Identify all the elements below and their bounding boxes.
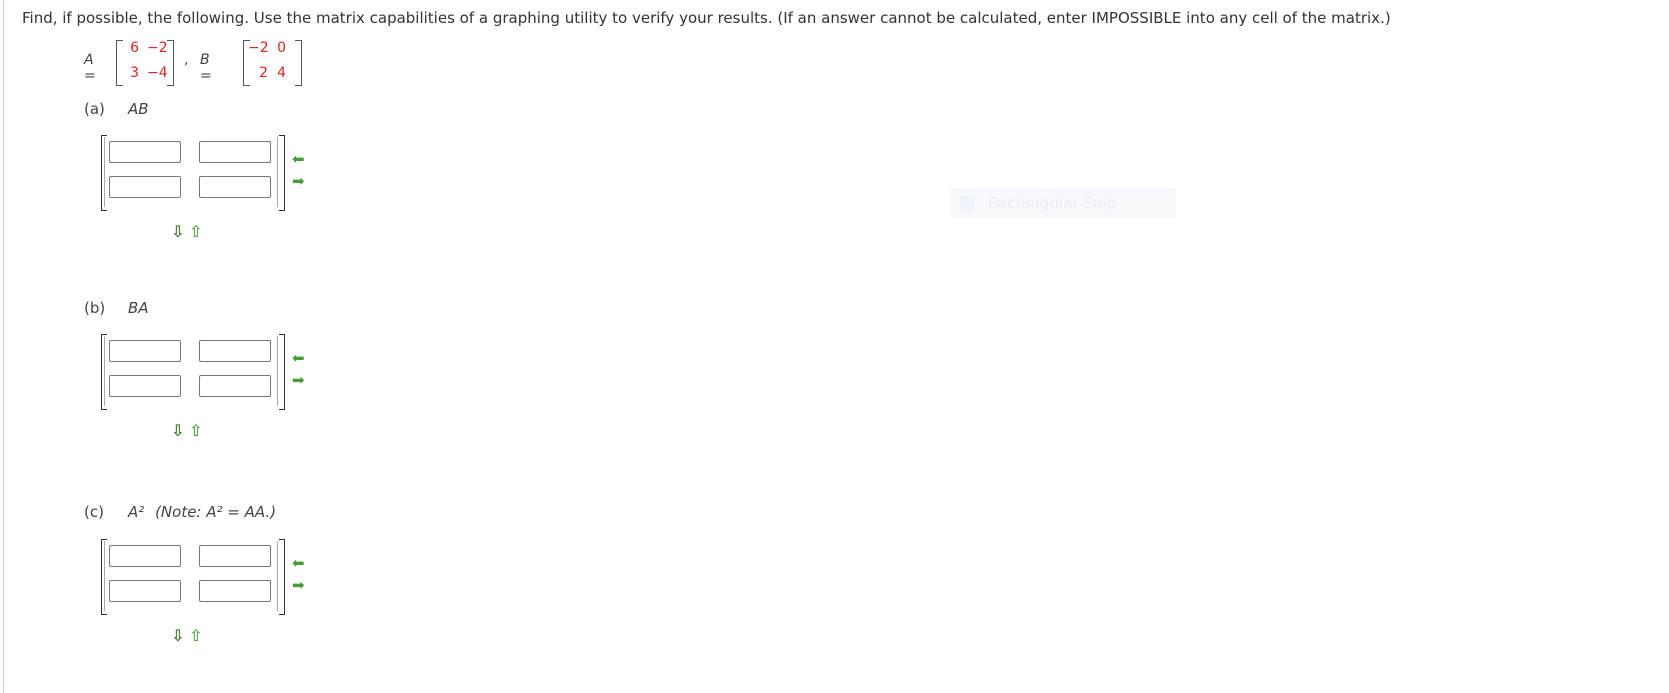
answer-cell-r2c1[interactable] <box>109 176 181 198</box>
up-arrow-icon[interactable]: ⇧ <box>189 223 202 241</box>
answer-cell-r2c1[interactable] <box>109 580 181 602</box>
right-bracket-inner <box>277 137 278 207</box>
matrix-b: −2 0 2 4 <box>243 40 302 86</box>
part-tag: (a) <box>84 100 105 118</box>
matrix-a-cell: 6 <box>130 40 139 56</box>
row-controls: ⇩ ⇧ <box>171 223 207 243</box>
matrix-b-cell: 4 <box>277 65 286 81</box>
answer-cell-r1c1[interactable] <box>109 141 181 163</box>
matrix-b-label: B = <box>200 52 212 84</box>
answer-cell-r2c2[interactable] <box>199 375 271 397</box>
column-controls: ⬅ ➡ <box>292 350 312 390</box>
part-expression: A² <box>128 503 145 521</box>
answer-matrix-b: ⬅ ➡ ⇩ ⇧ <box>101 334 305 440</box>
left-bracket-inner <box>104 336 105 406</box>
snip-label: Rectangular Snip <box>988 194 1116 212</box>
right-arrow-icon[interactable]: ➡ <box>292 372 305 388</box>
matrix-a-cell: −4 <box>147 65 168 81</box>
right-bracket <box>279 135 285 211</box>
left-bracket-inner <box>104 137 105 207</box>
part-a-label: (a) AB <box>84 100 149 118</box>
matrix-separator: , <box>184 52 189 68</box>
answer-matrix-a: ⬅ ➡ ⇩ ⇧ <box>101 135 305 241</box>
row-controls: ⇩ ⇧ <box>171 627 207 647</box>
down-arrow-icon[interactable]: ⇩ <box>171 422 184 440</box>
matrix-a: 6 −2 3 −4 <box>116 40 174 86</box>
answer-cell-r1c1[interactable] <box>109 340 181 362</box>
part-tag: (b) <box>84 299 106 317</box>
up-arrow-icon[interactable]: ⇧ <box>189 627 202 645</box>
part-expression: BA <box>128 299 149 317</box>
instructions-text: Find, if possible, the following. Use th… <box>22 9 1391 27</box>
answer-cell-r2c2[interactable] <box>199 176 271 198</box>
down-arrow-icon[interactable]: ⇩ <box>171 223 184 241</box>
answer-cell-r1c1[interactable] <box>109 545 181 567</box>
answer-cell-r2c2[interactable] <box>199 580 271 602</box>
row-controls: ⇩ ⇧ <box>171 422 207 442</box>
matrix-b-cell: −2 <box>248 40 269 56</box>
right-arrow-icon[interactable]: ➡ <box>292 173 305 189</box>
part-expression: AB <box>128 100 149 118</box>
part-b-label: (b) BA <box>84 299 149 317</box>
right-bracket-inner <box>277 541 278 611</box>
right-bracket-inner <box>277 336 278 406</box>
rectangular-snip-overlay: Rectangular Snip <box>950 188 1176 218</box>
matrix-a-cell: 3 <box>130 65 139 81</box>
left-border <box>3 0 4 693</box>
part-note: (Note: A² = AA.) <box>155 503 277 521</box>
left-arrow-icon[interactable]: ⬅ <box>292 151 305 167</box>
matrix-a-label: A = <box>84 52 96 84</box>
left-bracket-inner <box>104 541 105 611</box>
up-arrow-icon[interactable]: ⇧ <box>189 422 202 440</box>
right-bracket <box>279 539 285 615</box>
part-tag: (c) <box>84 503 104 521</box>
snip-icon <box>960 196 974 210</box>
column-controls: ⬅ ➡ <box>292 151 312 191</box>
column-controls: ⬅ ➡ <box>292 555 312 595</box>
matrix-b-cell: 2 <box>259 65 268 81</box>
matrix-a-cell: −2 <box>147 40 168 56</box>
answer-cell-r2c1[interactable] <box>109 375 181 397</box>
matrix-b-cell: 0 <box>277 40 286 56</box>
down-arrow-icon[interactable]: ⇩ <box>171 627 184 645</box>
answer-cell-r1c2[interactable] <box>199 545 271 567</box>
left-arrow-icon[interactable]: ⬅ <box>292 555 305 571</box>
left-arrow-icon[interactable]: ⬅ <box>292 350 305 366</box>
answer-cell-r1c2[interactable] <box>199 340 271 362</box>
right-bracket <box>279 334 285 410</box>
answer-cell-r1c2[interactable] <box>199 141 271 163</box>
right-arrow-icon[interactable]: ➡ <box>292 577 305 593</box>
part-c-label: (c) A² (Note: A² = AA.) <box>84 503 276 521</box>
answer-matrix-c: ⬅ ➡ ⇩ ⇧ <box>101 539 305 645</box>
